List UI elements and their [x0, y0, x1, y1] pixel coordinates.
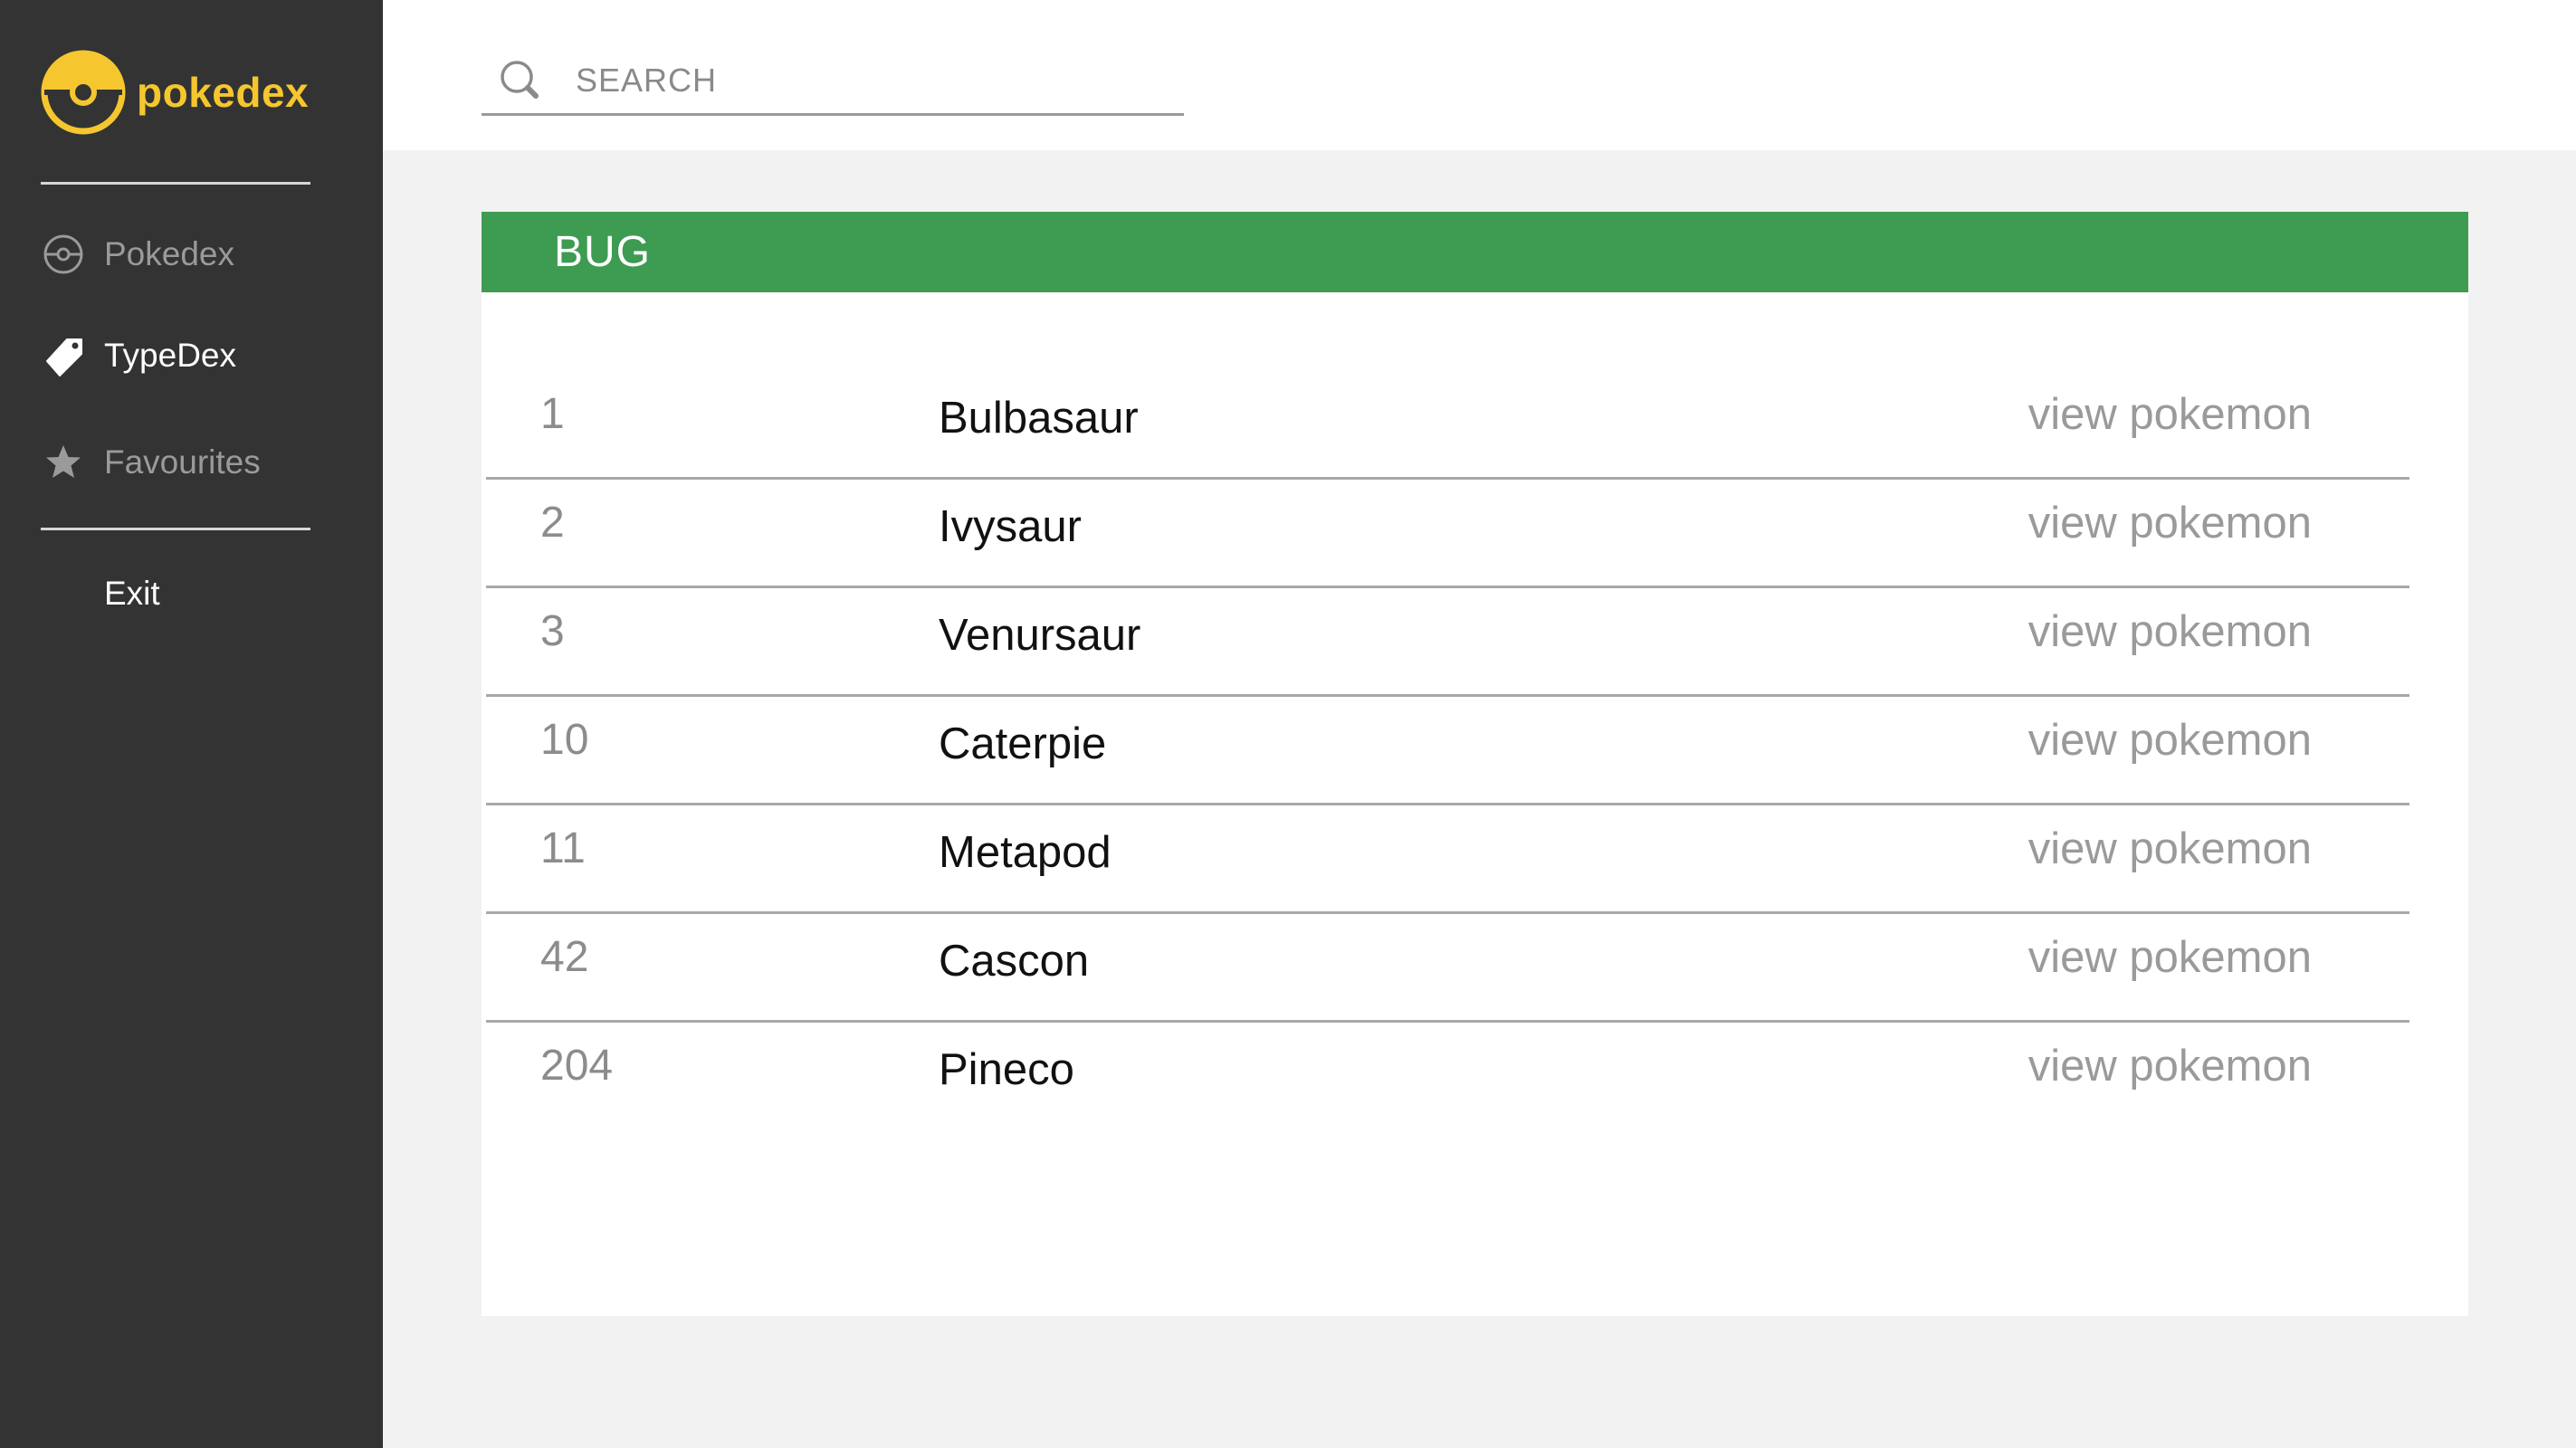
table-row: 204 Pineco view pokemon	[486, 1023, 2409, 1131]
table-row: 2 Ivysaur view pokemon	[486, 480, 2409, 588]
pokemon-name: Bulbasaur	[939, 394, 1139, 443]
table-row: 11 Metapod view pokemon	[486, 805, 2409, 914]
pokemon-number: 42	[540, 933, 589, 981]
pokemon-number: 10	[540, 716, 589, 764]
type-header: BUG	[482, 212, 2468, 292]
sidebar-item-typedex[interactable]: TypeDex	[41, 324, 339, 387]
pokemon-name: Caterpie	[939, 719, 1107, 768]
pokemon-name: Cascon	[939, 937, 1090, 986]
table-row: 42 Cascon view pokemon	[486, 914, 2409, 1023]
search-input[interactable]	[576, 61, 1155, 100]
pokemon-number: 11	[540, 824, 586, 872]
sidebar-item-exit[interactable]: Exit	[41, 562, 339, 625]
sidebar-divider-bottom	[41, 528, 310, 530]
search-icon[interactable]	[498, 58, 543, 103]
view-pokemon-link[interactable]: view pokemon	[2028, 932, 2312, 983]
pokeball-outline-icon	[41, 232, 86, 277]
pokemon-number: 2	[540, 499, 565, 547]
pokemon-name: Metapod	[939, 828, 1111, 877]
type-card: BUG 1 Bulbasaur view pokemon 2 Ivysaur v…	[482, 212, 2468, 1316]
sidebar-divider-top	[41, 182, 310, 185]
exit-icon-placeholder	[41, 571, 86, 616]
table-row: 1 Bulbasaur view pokemon	[486, 371, 2409, 480]
brand-logo[interactable]: pokedex	[41, 49, 309, 136]
top-bar	[383, 0, 2576, 150]
pokemon-number: 1	[540, 390, 565, 438]
pokemon-name: Venursaur	[939, 611, 1141, 660]
brand-name: pokedex	[137, 69, 310, 116]
exit-label: Exit	[104, 575, 160, 612]
sidebar-item-label: TypeDex	[104, 337, 237, 374]
table-row: 10 Caterpie view pokemon	[486, 697, 2409, 805]
pokeball-icon	[41, 50, 126, 135]
pokemon-number: 204	[540, 1042, 614, 1090]
pokemon-list: 1 Bulbasaur view pokemon 2 Ivysaur view …	[486, 371, 2409, 1131]
table-row: 3 Venursaur view pokemon	[486, 588, 2409, 697]
view-pokemon-link[interactable]: view pokemon	[2028, 824, 2312, 874]
search-bar[interactable]	[482, 47, 1184, 116]
pokemon-name: Ivysaur	[939, 502, 1082, 551]
app-window: pokedex Pokedex TypeDex Favourites Exit …	[0, 0, 2576, 1448]
view-pokemon-link[interactable]: view pokemon	[2028, 1041, 2312, 1091]
sidebar-item-label: Favourites	[104, 443, 261, 481]
pokemon-name: Pineco	[939, 1045, 1074, 1094]
tag-icon	[41, 333, 86, 378]
star-icon	[41, 440, 86, 485]
view-pokemon-link[interactable]: view pokemon	[2028, 715, 2312, 766]
view-pokemon-link[interactable]: view pokemon	[2028, 389, 2312, 440]
type-title: BUG	[554, 228, 652, 276]
view-pokemon-link[interactable]: view pokemon	[2028, 498, 2312, 548]
pokemon-number: 3	[540, 607, 565, 655]
sidebar-item-favourites[interactable]: Favourites	[41, 431, 339, 494]
sidebar-item-pokedex[interactable]: Pokedex	[41, 223, 339, 286]
view-pokemon-link[interactable]: view pokemon	[2028, 606, 2312, 657]
sidebar-item-label: Pokedex	[104, 235, 234, 272]
sidebar: pokedex Pokedex TypeDex Favourites Exit	[0, 0, 383, 1448]
